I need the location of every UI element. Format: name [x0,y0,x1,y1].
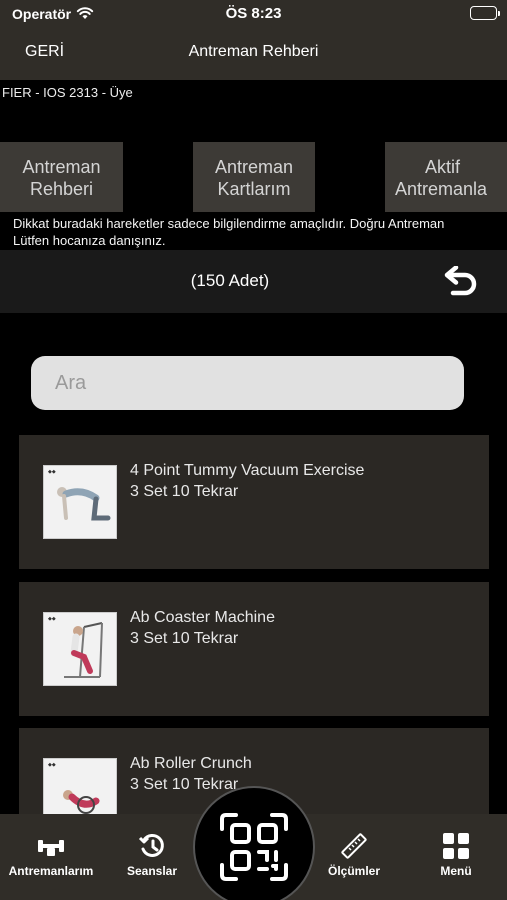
battery-icon [470,6,500,20]
tab-menu-label: Menü [440,864,472,878]
tab-menu[interactable]: Menü [406,832,506,878]
exercise-card[interactable]: ◆◆ Ab Coaster Machine 3 Set 10 Tekrar [19,582,489,716]
tab-sessions-label: Seanslar [126,864,178,878]
tab-workouts[interactable]: Antremanlarım [1,832,101,878]
dumbbell-icon [38,840,64,856]
exercise-sets: 3 Set 10 Tekrar [130,483,239,500]
history-icon [138,833,164,857]
exercise-figure-icon [57,487,111,521]
status-time: ÖS 8:23 [225,5,282,22]
brand-logo-icon: ◆◆ [48,469,56,475]
brand-logo-icon: ◆◆ [48,762,56,768]
tab-sessions[interactable]: Seanslar [102,832,202,878]
exercise-thumbnail: ◆◆ [43,612,117,686]
qr-scan-button[interactable] [193,786,315,900]
disclaimer-text: Dikkat buradaki hareketler sadece bilgil… [13,216,445,248]
exercise-name: Ab Roller Crunch [130,755,252,772]
nav-bar: GERİ Antreman Rehberi [0,28,507,80]
exercise-sets: 3 Set 10 Tekrar [130,630,239,647]
exercise-name: 4 Point Tummy Vacuum Exercise [130,462,365,479]
user-info: FIER - IOS 2313 - Üye [2,85,133,100]
tab-label-line1: Aktif [425,157,461,177]
search-box[interactable] [31,356,464,410]
tab-label-line2: Antremanla [395,179,488,199]
exercise-sets: 3 Set 10 Tekrar [130,776,239,793]
brand-logo-icon: ◆◆ [48,616,56,622]
grid-menu-icon [443,833,469,859]
tab-active-workouts[interactable]: Aktif Antremanla [385,142,507,212]
search-input[interactable] [31,356,464,410]
tab-label-line1: Antreman [22,157,101,177]
tab-label-line2: Kartlarım [217,179,291,199]
qr-code-icon [220,813,288,881]
exercise-thumbnail: ◆◆ [43,465,117,539]
tab-workout-guide[interactable]: Antreman Rehberi [0,142,123,212]
status-bar: Operatör ÖS 8:23 [0,0,507,28]
tab-measurements-label: Ölçümler [327,864,381,878]
tab-workouts-label: Antremanlarım [8,864,94,878]
ruler-icon [341,833,367,859]
tab-label-line2: Rehberi [29,179,94,199]
exercise-card[interactable]: ◆◆ 4 Point Tummy Vacuum Exercise 3 Set 1… [19,435,489,569]
undo-icon[interactable] [441,265,479,296]
tab-workout-cards[interactable]: Antreman Kartlarım [193,142,315,212]
exercise-count: (150 Adet) [190,271,270,290]
exercise-figure-icon [64,622,103,678]
tab-measurements[interactable]: Ölçümler [304,832,404,878]
count-bar: (150 Adet) [0,250,507,313]
exercise-name: Ab Coaster Machine [130,609,275,626]
page-title: Antreman Rehberi [188,43,319,60]
tab-label-line1: Antreman [214,157,294,177]
